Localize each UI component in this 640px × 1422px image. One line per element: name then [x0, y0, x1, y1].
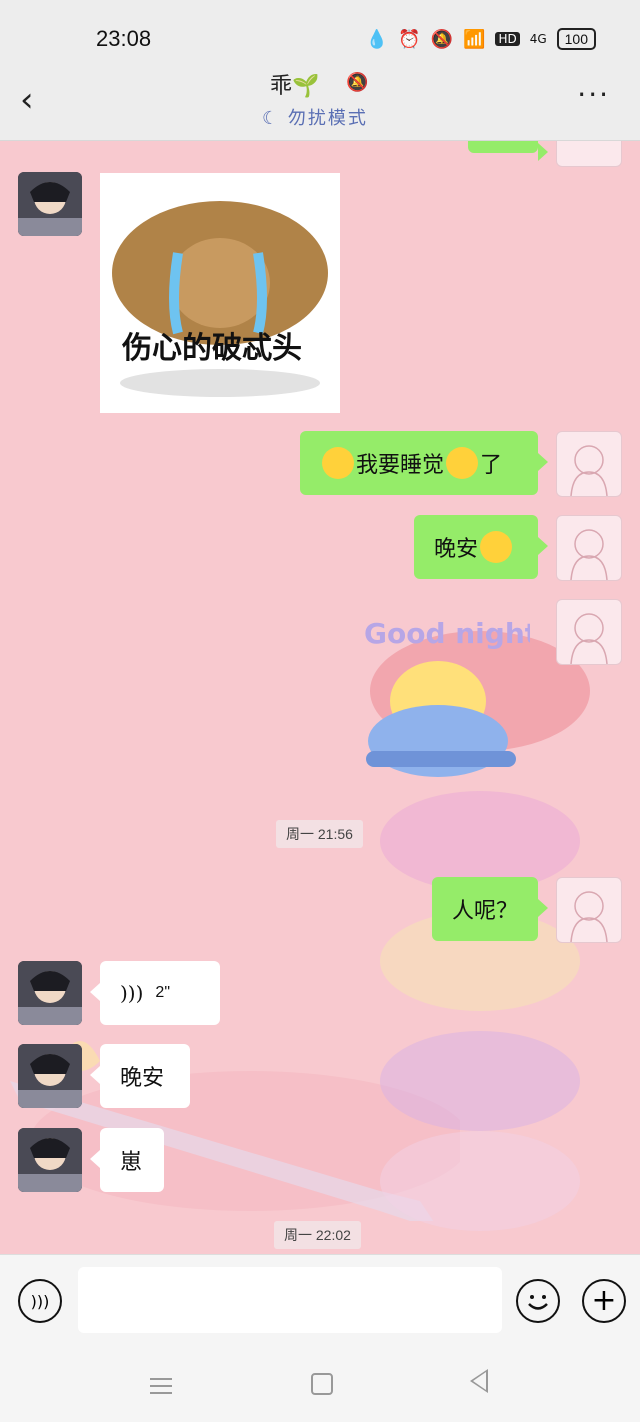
self-avatar-image [570, 445, 608, 496]
battery-indicator: 100 [556, 28, 596, 50]
sticker-good-night[interactable]: Good night [360, 611, 538, 791]
self-avatar-image [570, 529, 608, 580]
status-icons: 💧 ⏰ 🔕 📶 HD 4G 100 [366, 28, 596, 50]
avatar-self[interactable] [556, 515, 622, 581]
more-options-button[interactable]: ··· [577, 78, 610, 111]
message-bubble-sent[interactable]: 人呢？ [432, 877, 548, 941]
hd-label: HD [495, 32, 520, 46]
input-bar: ))) + [0, 1254, 640, 1347]
voice-input-button[interactable]: ))) [18, 1279, 62, 1323]
contact-avatar-image [18, 1128, 82, 1192]
plus-icon: + [591, 1283, 617, 1318]
avatar-self[interactable] [556, 877, 622, 943]
avatar-contact[interactable] [18, 172, 82, 236]
voice-wave-icon: ))) [30, 1291, 50, 1311]
message-text-end: 了 [480, 453, 503, 478]
sleeping-emoji-icon [480, 531, 513, 563]
avatar-contact[interactable] [18, 1128, 82, 1192]
message-text: 崽 [120, 1150, 143, 1175]
avatar-contact[interactable] [18, 1044, 82, 1108]
message-bubble-received[interactable]: 晚安 [90, 1044, 190, 1108]
chat-area[interactable]: 伤心的破忒头 我要睡觉 了 晚安 Good night 周一 21:56 人呢？ [0, 141, 640, 1253]
smiley-icon [528, 1295, 548, 1310]
message-bubble-sent[interactable]: 晚安 [414, 515, 548, 579]
sticker-crying-potato[interactable]: 伤心的破忒头 [100, 173, 340, 413]
voice-duration: 2" [155, 984, 170, 1001]
alarm-icon: ⏰ [398, 28, 421, 50]
self-avatar-image [570, 613, 608, 664]
timestamp: 周一 22:02 [274, 1221, 361, 1249]
sleeping-emoji-icon [446, 447, 479, 479]
message-bubble-received[interactable]: 崽 [90, 1128, 164, 1192]
moon-icon: ☾ [262, 108, 281, 129]
avatar-self[interactable] [556, 431, 622, 497]
message-input[interactable] [78, 1267, 502, 1333]
message-text: 人呢？ [452, 899, 519, 924]
water-drop-icon: 💧 [365, 28, 389, 50]
contact-avatar-image [18, 961, 82, 1025]
chat-title: 乖🌱 [270, 74, 320, 99]
status-time: 23:08 [96, 26, 152, 51]
bell-off-icon: 🔕 [430, 28, 454, 50]
message-text: 晚安 [120, 1066, 165, 1091]
wifi-icon: 📶 [463, 28, 486, 50]
message-bubble-sent[interactable]: 我要睡觉 了 [300, 431, 548, 495]
mute-bell-icon: 🔕 [346, 72, 369, 93]
message-bubble-partial[interactable] [468, 141, 548, 161]
system-nav-bar [0, 1347, 640, 1422]
message-text: 晚安 [434, 537, 479, 562]
contact-avatar-image [18, 1044, 82, 1108]
sticker-caption: Good night [364, 617, 530, 650]
voice-wave-icon: ))) [120, 981, 144, 1005]
avatar-self[interactable] [556, 599, 622, 665]
menu-icon[interactable] [150, 1373, 172, 1399]
smiling-emoji-icon [322, 447, 354, 479]
dnd-status: ☾ 勿扰模式 [262, 104, 368, 130]
network-label: 4G [529, 32, 547, 46]
back-triangle-icon[interactable] [470, 1369, 488, 1393]
voice-message-bubble[interactable]: ))) 2" [90, 961, 220, 1025]
chat-header: ‹ 乖🌱 🔕 ☾ 勿扰模式 ··· [0, 60, 640, 141]
more-actions-button[interactable]: + [582, 1279, 626, 1323]
message-text: 我要睡觉 [356, 453, 445, 478]
potato-image [112, 201, 328, 397]
emoji-button[interactable] [516, 1279, 560, 1323]
sticker-caption: 伤心的破忒头 [122, 331, 302, 366]
avatar-self[interactable] [556, 141, 622, 167]
home-icon[interactable] [311, 1373, 333, 1395]
good-night-image: Good night [364, 617, 538, 777]
self-avatar-image [570, 891, 608, 942]
contact-avatar-image [18, 172, 82, 236]
back-button[interactable]: ‹ [20, 80, 34, 120]
avatar-contact[interactable] [18, 961, 82, 1025]
timestamp: 周一 21:56 [276, 820, 363, 848]
dnd-label: 勿扰模式 [287, 108, 368, 129]
